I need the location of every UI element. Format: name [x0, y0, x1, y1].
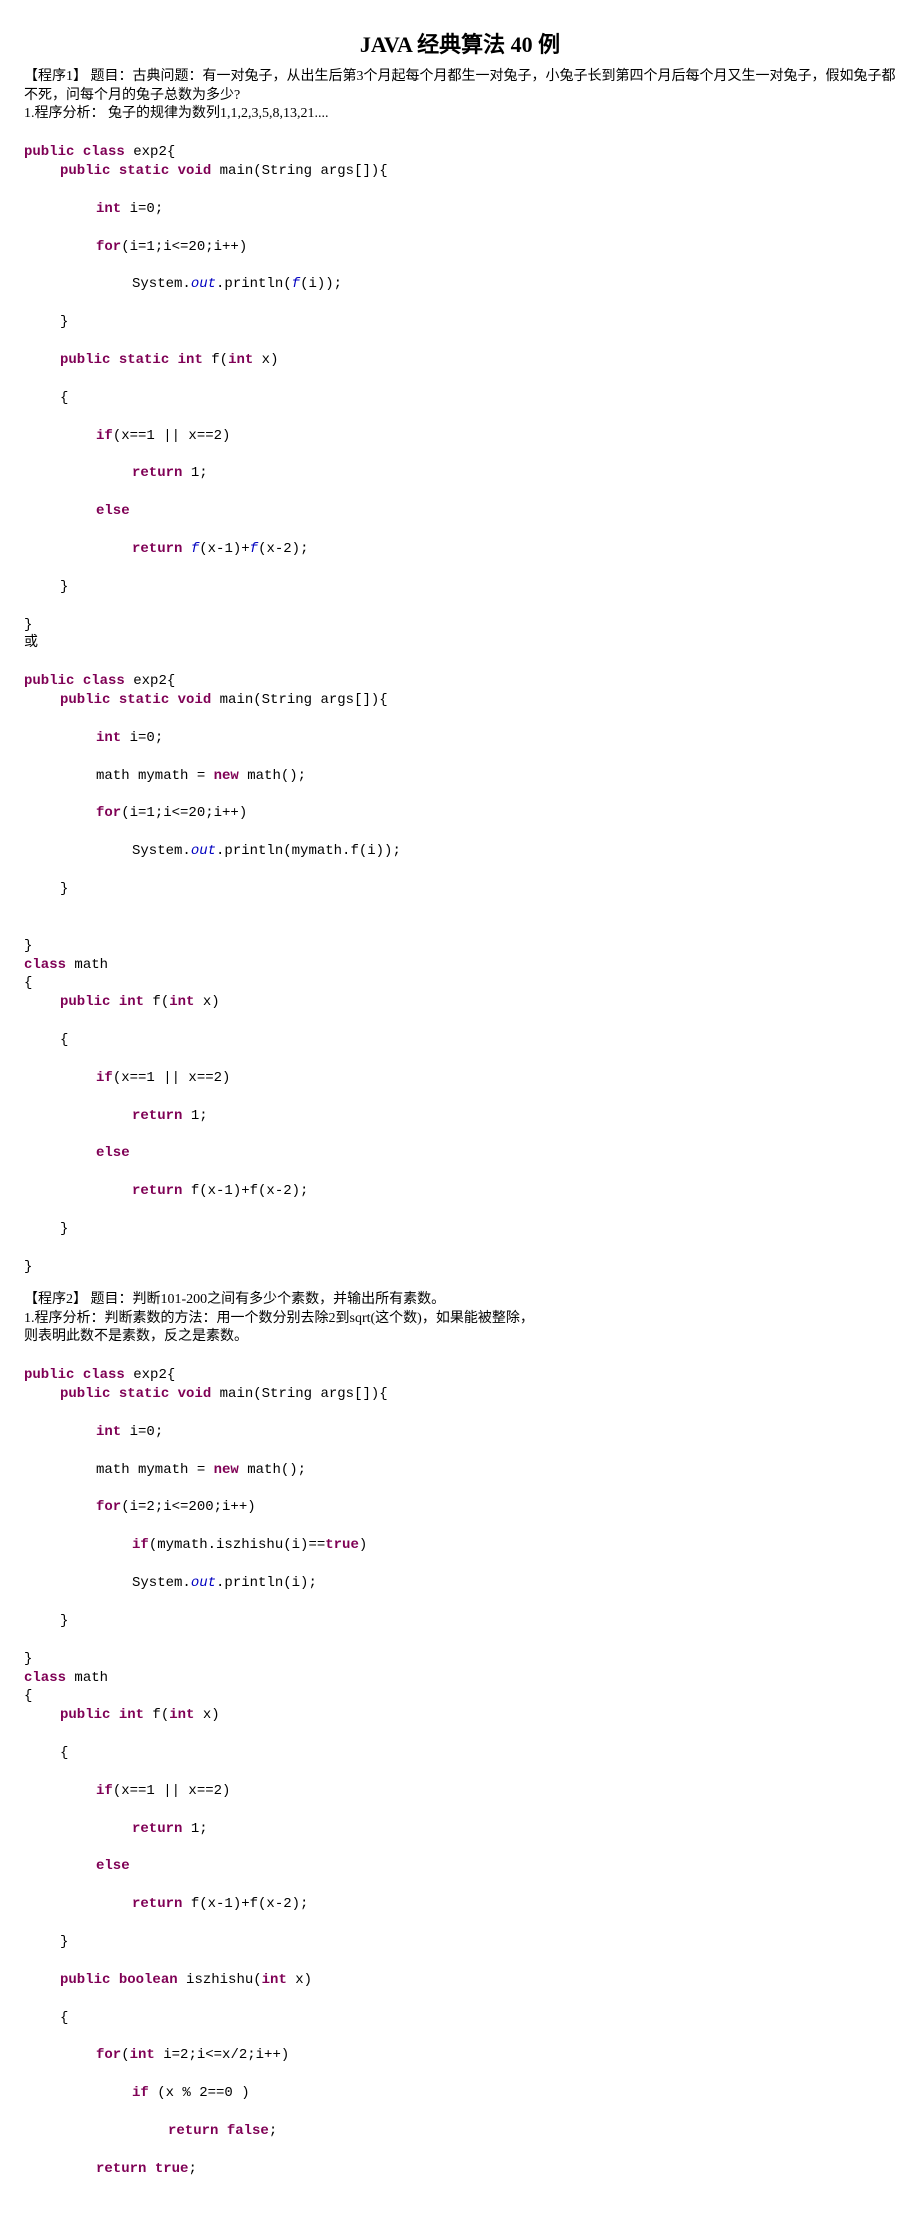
program1-code-a: public class exp2{ public static void ma…	[24, 124, 896, 634]
program1-analysis: 1.程序分析： 兔子的规律为数列1,1,2,3,5,8,13,21....	[24, 105, 896, 124]
or-label: 或	[24, 634, 896, 653]
program1-code-b: public class exp2{ public static void ma…	[24, 653, 896, 1276]
program2-analysis-line1: 1.程序分析：判断素数的方法：用一个数分别去除2到sqrt(这个数)，如果能被整…	[24, 1310, 896, 1329]
program2-code: public class exp2{ public static void ma…	[24, 1347, 896, 2197]
page-title: JAVA 经典算法 40 例	[24, 30, 896, 60]
program1-header: 【程序1】 题目：古典问题：有一对兔子，从出生后第3个月起每个月都生一对兔子，小…	[24, 68, 896, 106]
program2-analysis-line2: 则表明此数不是素数，反之是素数。	[24, 1328, 896, 1347]
program2-header: 【程序2】 题目：判断101-200之间有多少个素数，并输出所有素数。	[24, 1291, 896, 1310]
